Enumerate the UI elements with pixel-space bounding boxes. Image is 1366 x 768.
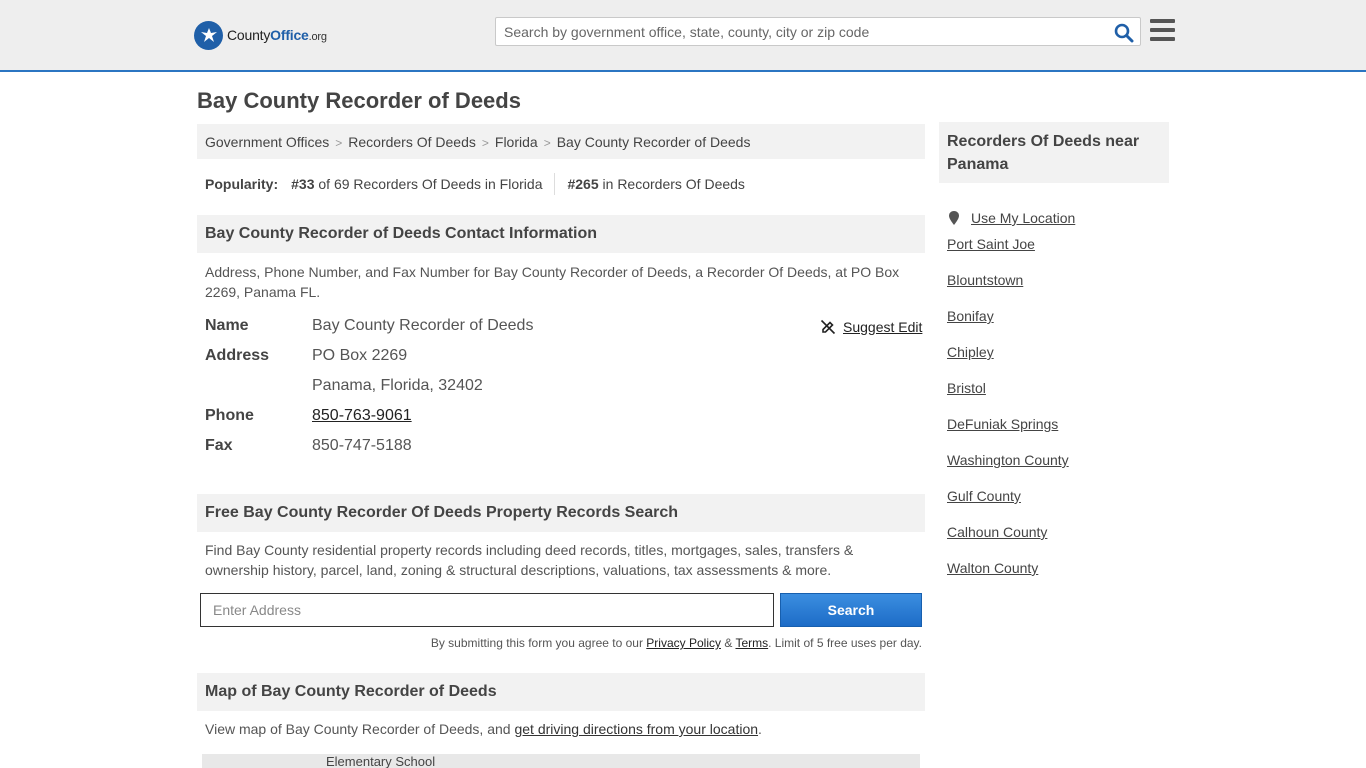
breadcrumb-separator-icon: > bbox=[335, 136, 343, 150]
site-search-input[interactable] bbox=[504, 23, 1104, 41]
list-item: Gulf County bbox=[947, 488, 1167, 524]
breadcrumb-separator-icon: > bbox=[481, 136, 489, 150]
map-description-suffix: . bbox=[758, 721, 762, 737]
list-item: Calhoun County bbox=[947, 524, 1167, 560]
driving-directions-link[interactable]: get driving directions from your locatio… bbox=[514, 721, 758, 737]
name-label: Name bbox=[205, 317, 249, 334]
breadcrumb-recorders-of-deeds[interactable]: Recorders Of Deeds bbox=[348, 134, 476, 150]
list-item: Washington County bbox=[947, 452, 1167, 488]
disclaimer-amp: & bbox=[724, 636, 733, 650]
sidebar-heading: Recorders Of Deeds near Panama bbox=[939, 122, 1169, 183]
fax-value: 850-747-5188 bbox=[312, 437, 412, 454]
nearby-office-link[interactable]: DeFuniak Springs bbox=[947, 416, 1058, 432]
breadcrumb-separator-icon: > bbox=[543, 136, 551, 150]
map-heading: Map of Bay County Recorder of Deeds bbox=[197, 673, 925, 711]
state-rank: #33 bbox=[291, 176, 315, 192]
list-item: Port Saint Joe bbox=[947, 236, 1167, 272]
use-my-location-link[interactable]: Use My Location bbox=[971, 210, 1075, 226]
disclaimer-suffix: . Limit of 5 free uses per day. bbox=[768, 636, 922, 650]
list-item: Blountstown bbox=[947, 272, 1167, 308]
suggest-edit-link[interactable]: Suggest Edit bbox=[820, 319, 922, 335]
list-item: Bristol bbox=[947, 380, 1167, 416]
hamburger-menu-icon[interactable] bbox=[1150, 19, 1175, 43]
list-item: Chipley bbox=[947, 344, 1167, 380]
top-header: CountyOffice.org bbox=[0, 0, 1366, 72]
list-item: Bonifay bbox=[947, 308, 1167, 344]
property-search-heading: Free Bay County Recorder Of Deeds Proper… bbox=[197, 494, 925, 532]
countyoffice-logo[interactable]: CountyOffice.org bbox=[194, 20, 327, 50]
list-item: Walton County bbox=[947, 560, 1167, 596]
location-pin-icon bbox=[949, 211, 959, 225]
map-description-prefix: View map of Bay County Recorder of Deeds… bbox=[205, 721, 511, 737]
address-field bbox=[200, 593, 774, 627]
map-place-label: Elementary School bbox=[326, 754, 436, 768]
address-line1: PO Box 2269 bbox=[312, 347, 408, 364]
use-my-location-item: Use My Location bbox=[947, 200, 1167, 236]
nearby-office-link[interactable]: Walton County bbox=[947, 560, 1038, 576]
nearby-office-link[interactable]: Blountstown bbox=[947, 272, 1023, 288]
property-search-description: Find Bay County residential property rec… bbox=[205, 542, 854, 578]
popularity-divider bbox=[554, 173, 556, 195]
national-rank: #265 bbox=[567, 176, 599, 192]
disclaimer-prefix: By submitting this form you agree to our bbox=[430, 636, 643, 650]
address-label: Address bbox=[205, 347, 270, 364]
popularity-bar: Popularity: #33 of 69 Recorders Of Deeds… bbox=[205, 173, 745, 195]
contact-heading: Bay County Recorder of Deeds Contact Inf… bbox=[197, 215, 925, 253]
contact-description: Address, Phone Number, and Fax Number fo… bbox=[205, 264, 900, 300]
breadcrumb-florida[interactable]: Florida bbox=[495, 134, 538, 150]
breadcrumb-government-offices[interactable]: Government Offices bbox=[205, 134, 329, 150]
nearby-office-link[interactable]: Bonifay bbox=[947, 308, 994, 324]
phone-label: Phone bbox=[205, 407, 254, 424]
nearby-office-link[interactable]: Bristol bbox=[947, 380, 986, 396]
property-search-button[interactable]: Search bbox=[780, 593, 922, 627]
breadcrumb-current: Bay County Recorder of Deeds bbox=[556, 134, 751, 150]
privacy-policy-link[interactable]: Privacy Policy bbox=[646, 636, 721, 650]
nearby-office-link[interactable]: Gulf County bbox=[947, 488, 1021, 504]
map-description: View map of Bay County Recorder of Deeds… bbox=[205, 719, 917, 739]
page-title: Bay County Recorder of Deeds bbox=[197, 88, 521, 113]
address-line2: Panama, Florida, 32402 bbox=[312, 377, 483, 394]
eagle-seal-icon bbox=[194, 20, 223, 50]
state-rank-text: of 69 Recorders Of Deeds in Florida bbox=[318, 176, 543, 192]
suggest-edit-label: Suggest Edit bbox=[843, 319, 923, 335]
fax-label: Fax bbox=[205, 437, 233, 454]
address-input[interactable] bbox=[201, 594, 773, 626]
search-icon[interactable] bbox=[1114, 23, 1134, 43]
edit-off-icon bbox=[820, 319, 836, 335]
nearby-office-link[interactable]: Chipley bbox=[947, 344, 994, 360]
phone-link[interactable]: 850-763-9061 bbox=[312, 407, 412, 425]
popularity-label: Popularity: bbox=[205, 176, 279, 192]
breadcrumb: Government Offices > Recorders Of Deeds > Fl… bbox=[197, 124, 925, 159]
search-disclaimer: By submitting this form you agree to our… bbox=[200, 636, 922, 650]
site-search bbox=[495, 17, 1141, 46]
nearby-office-link[interactable]: Calhoun County bbox=[947, 524, 1047, 540]
national-rank-text: in Recorders Of Deeds bbox=[602, 176, 745, 192]
terms-link[interactable]: Terms bbox=[735, 636, 768, 650]
office-map[interactable]: Elementary School bbox=[202, 754, 920, 768]
nearby-office-link[interactable]: Washington County bbox=[947, 452, 1069, 468]
nearby-offices-list: Use My Location Port Saint Joe Blountsto… bbox=[947, 200, 1167, 596]
logo-wordmark: CountyOffice.org bbox=[227, 27, 327, 43]
list-item: DeFuniak Springs bbox=[947, 416, 1167, 452]
name-value: Bay County Recorder of Deeds bbox=[312, 317, 534, 334]
nearby-office-link[interactable]: Port Saint Joe bbox=[947, 236, 1035, 252]
